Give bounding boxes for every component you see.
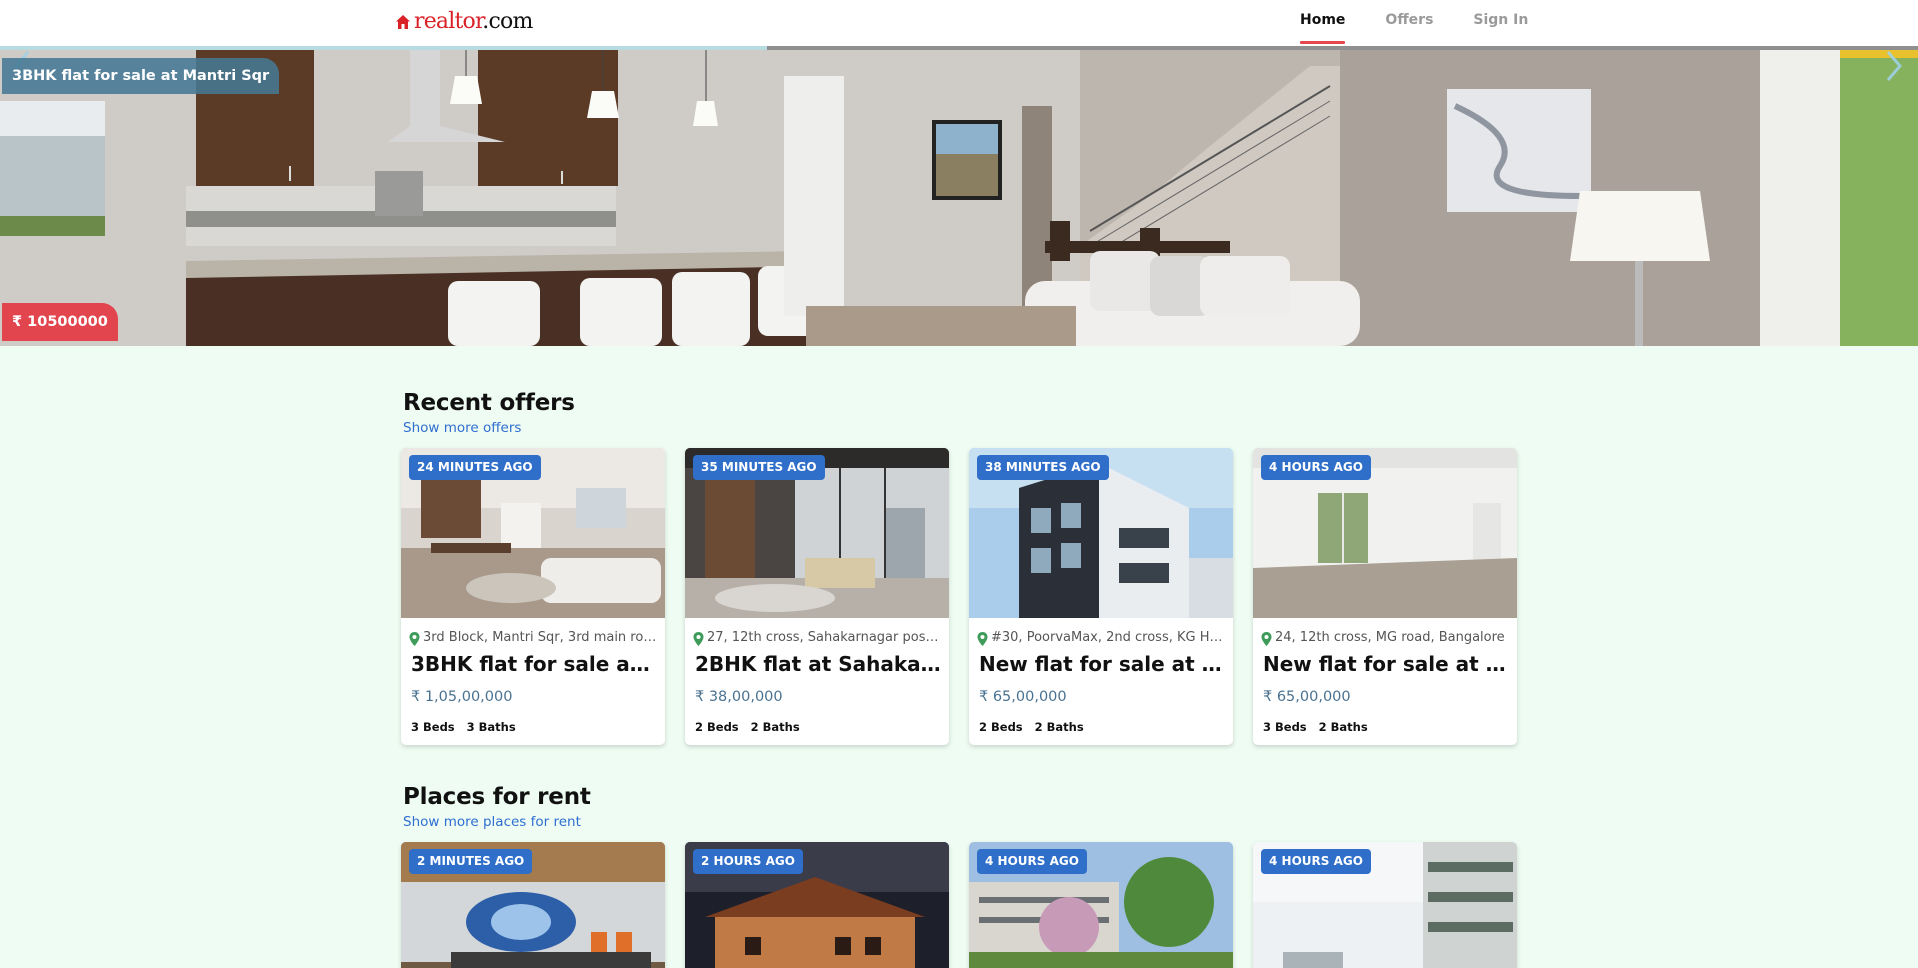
hero-listing-title[interactable]: 3BHK flat for sale at Mantri Sqr xyxy=(2,58,280,94)
beds-count: 2 Beds xyxy=(979,720,1023,734)
listing-price: ₹ 1,05,00,000 xyxy=(411,689,513,705)
listing-name: 3BHK flat for sale at Mantri Sqr xyxy=(411,652,657,676)
offer-card[interactable]: 4 HOURS AGO 24, 12th cross, MG road, Ban… xyxy=(1253,448,1517,745)
time-badge: 24 MINUTES AGO xyxy=(409,455,541,480)
baths-count: 2 Baths xyxy=(750,720,800,734)
time-badge: 2 HOURS AGO xyxy=(693,849,803,874)
listing-name: New flat for sale at KG halli xyxy=(979,652,1225,676)
nav-offers[interactable]: Offers xyxy=(1385,0,1433,46)
time-badge: 4 HOURS AGO xyxy=(977,849,1087,874)
nav-home[interactable]: Home xyxy=(1300,0,1346,46)
logo-com-text: .com xyxy=(482,9,533,34)
main-nav: Home Offers Sign In xyxy=(1300,0,1568,46)
listing-address: 24, 12th cross, MG road, Bangalore xyxy=(1275,630,1505,645)
time-badge: 4 HOURS AGO xyxy=(1261,455,1371,480)
time-badge: 38 MINUTES AGO xyxy=(977,455,1109,480)
places-for-rent-heading: Places for rent xyxy=(403,784,591,810)
listing-address: 27, 12th cross, Sahakarnagar post, Banga… xyxy=(707,630,941,645)
hero-carousel[interactable]: 3BHK flat for sale at Mantri Sqr ₹ 10500… xyxy=(0,46,1918,346)
beds-count: 3 Beds xyxy=(1263,720,1307,734)
top-navbar: realtor.com Home Offers Sign In xyxy=(0,0,1918,46)
offer-card[interactable]: 35 MINUTES AGO 27, 12th cross, Sahakarna… xyxy=(685,448,949,745)
baths-count: 2 Baths xyxy=(1034,720,1084,734)
carousel-progress-bar xyxy=(0,46,767,50)
house-logo-icon xyxy=(396,15,410,29)
carousel-progress-track xyxy=(767,46,1918,50)
listing-specs: 3 Beds 3 Baths xyxy=(411,720,528,734)
chevron-right-icon[interactable] xyxy=(1878,46,1908,86)
listing-name: New flat for sale at MG road xyxy=(1263,652,1509,676)
baths-count: 2 Baths xyxy=(1318,720,1368,734)
rental-card[interactable]: 4 HOURS AGO xyxy=(1253,842,1517,968)
listing-specs: 3 Beds 2 Baths xyxy=(1263,720,1380,734)
logo-wordmark: realtor.com xyxy=(414,10,533,34)
hero-image xyxy=(0,46,1918,346)
hero-listing-price: ₹ 10500000 xyxy=(2,303,118,341)
listing-address: 3rd Block, Mantri Sqr, 3rd main road, Ba… xyxy=(423,630,657,645)
listing-price: ₹ 65,00,000 xyxy=(1263,689,1351,705)
logo-realtor-text: realtor xyxy=(414,9,483,34)
show-more-rentals-link[interactable]: Show more places for rent xyxy=(403,814,581,830)
offer-card[interactable]: 24 MINUTES AGO 3rd Block, Mantri Sqr, 3r… xyxy=(401,448,665,745)
time-badge: 2 MINUTES AGO xyxy=(409,849,533,874)
listing-address: #30, PoorvaMax, 2nd cross, KG Halli, Ban… xyxy=(991,630,1225,645)
rental-card[interactable]: 2 HOURS AGO xyxy=(685,842,949,968)
listing-specs: 2 Beds 2 Baths xyxy=(695,720,812,734)
rental-card[interactable]: 2 MINUTES AGO xyxy=(401,842,665,968)
time-badge: 4 HOURS AGO xyxy=(1261,849,1371,874)
realtor-logo[interactable]: realtor.com xyxy=(395,10,533,34)
beds-count: 3 Beds xyxy=(411,720,455,734)
listing-price: ₹ 65,00,000 xyxy=(979,689,1067,705)
offer-card[interactable]: 38 MINUTES AGO #30, PoorvaMax, 2nd cross… xyxy=(969,448,1233,745)
listing-name: 2BHK flat at Sahakar Nagar xyxy=(695,652,941,676)
nav-sign-in[interactable]: Sign In xyxy=(1473,0,1528,46)
recent-offers-heading: Recent offers xyxy=(403,390,575,416)
rental-card[interactable]: 4 HOURS AGO xyxy=(969,842,1233,968)
baths-count: 3 Baths xyxy=(466,720,516,734)
show-more-offers-link[interactable]: Show more offers xyxy=(403,420,521,436)
time-badge: 35 MINUTES AGO xyxy=(693,455,825,480)
beds-count: 2 Beds xyxy=(695,720,739,734)
listing-specs: 2 Beds 2 Baths xyxy=(979,720,1096,734)
listing-price: ₹ 38,00,000 xyxy=(695,689,783,705)
